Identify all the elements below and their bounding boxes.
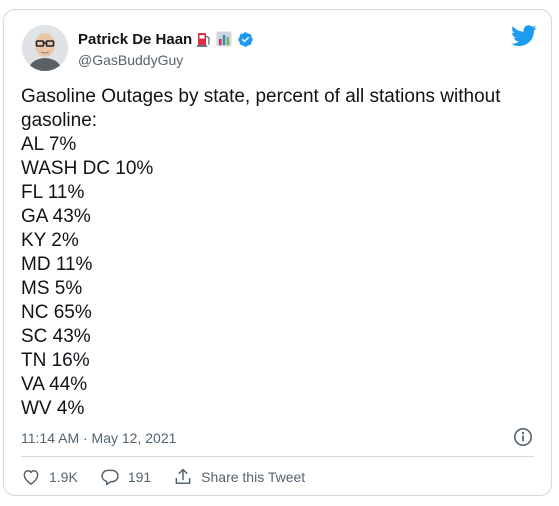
fuel-pump-emoji	[196, 31, 212, 47]
display-name[interactable]: Patrick De Haan	[78, 31, 192, 48]
share-button[interactable]: Share this Tweet	[173, 467, 305, 487]
author-name-row: Patrick De Haan	[78, 29, 254, 49]
tweet-card: Patrick De Haan @GasBuddyGuy Gasoline Ou…	[3, 9, 552, 496]
tweet-text: Gasoline Outages by state, percent of al…	[21, 86, 501, 419]
twitter-bird-icon[interactable]	[511, 25, 537, 47]
divider	[21, 456, 534, 457]
share-icon	[175, 468, 191, 484]
author-handle[interactable]: @GasBuddyGuy	[78, 52, 183, 68]
like-count: 1.9K	[49, 469, 78, 485]
verified-badge-icon	[237, 31, 254, 48]
avatar[interactable]	[22, 25, 68, 71]
tweet-actions: 1.9K 191 Share this Tweet	[21, 466, 305, 488]
tweet-timestamp[interactable]: 11:14 AM · May 12, 2021	[21, 430, 176, 446]
reply-button[interactable]: 191	[100, 467, 151, 487]
like-button[interactable]: 1.9K	[21, 467, 78, 487]
heart-icon	[23, 470, 39, 485]
reply-count: 191	[127, 469, 152, 485]
share-label: Share this Tweet	[201, 469, 306, 485]
bar-chart-emoji	[216, 31, 232, 47]
reply-icon	[101, 469, 119, 486]
info-icon[interactable]	[513, 427, 533, 447]
